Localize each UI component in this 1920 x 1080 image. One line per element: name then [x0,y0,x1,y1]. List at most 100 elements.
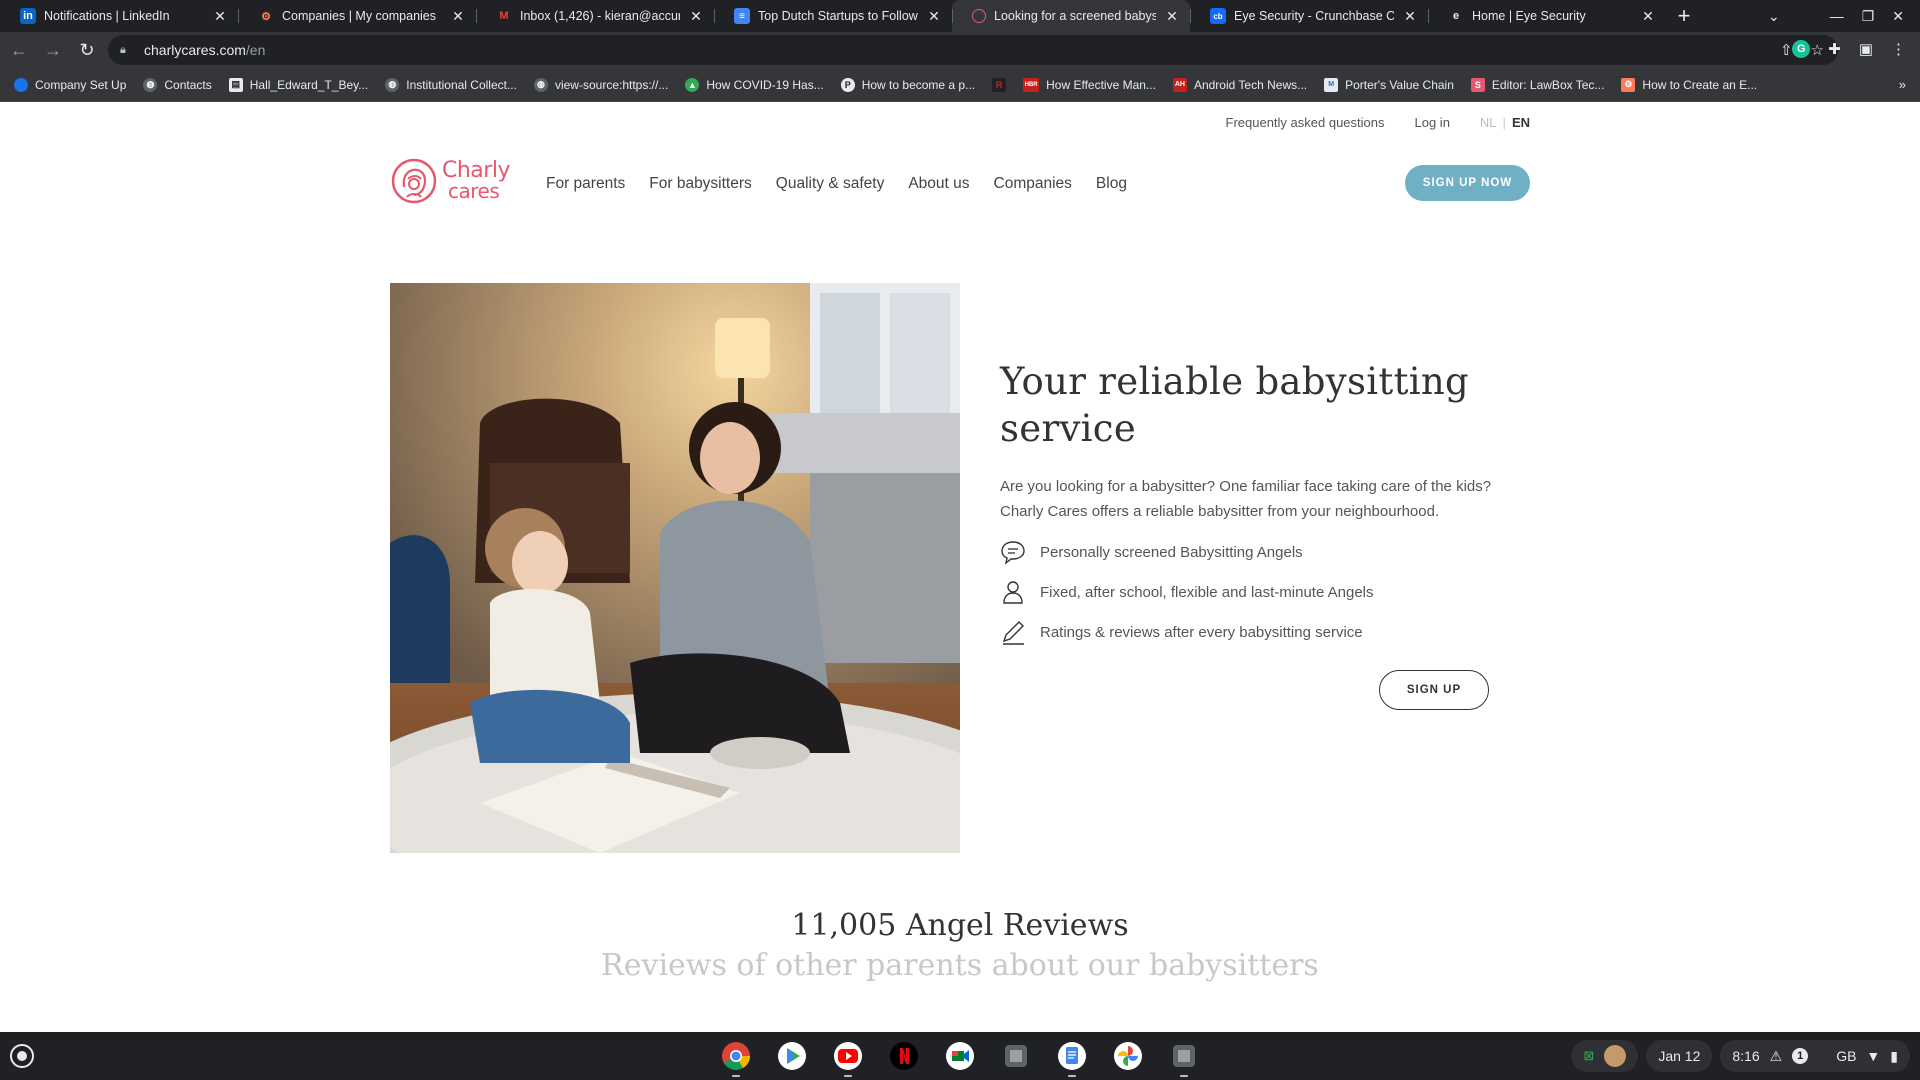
browser-tab-strip: in Notifications | LinkedIn ✕ ⚙ Companie… [0,0,1920,32]
close-icon[interactable]: ✕ [1640,8,1656,25]
tab-gmail[interactable]: M Inbox (1,426) - kieran@accurada ✕ [476,0,714,32]
medium-icon: ▲ [685,77,700,92]
system-status[interactable]: 8:16 ⚠ 1 GB ▼ ▮ [1720,1040,1910,1072]
status-tray: ⊠ Jan 12 8:16 ⚠ 1 GB ▼ ▮ [1571,1040,1910,1072]
running-indicator [1068,1075,1076,1077]
sign-up-button[interactable]: SIGN UP [1379,670,1489,710]
bookmark-item[interactable]: AH Android Tech News... [1172,77,1307,92]
tab-charlycares[interactable]: Looking for a screened babysitte ✕ [952,0,1190,32]
close-icon[interactable]: ✕ [688,8,704,25]
extensions-puzzle-icon[interactable]: ✚ [1828,40,1841,58]
launcher-icon[interactable] [10,1044,34,1068]
close-icon[interactable]: ✕ [926,8,942,25]
quora-icon: P [840,77,855,92]
minimize-icon[interactable]: — [1830,8,1844,24]
address-bar[interactable]: 🔒︎ charlycares.com/en ⇧ ☆ [108,35,1838,65]
language-switch: NL | EN [1480,115,1530,130]
charlycares-logo[interactable]: Charly cares [390,157,510,205]
bookmark-item[interactable]: HBR How Effective Man... [1023,77,1156,92]
tab-search-icon[interactable]: ⌄ [1768,8,1780,25]
nav-companies[interactable]: Companies [994,175,1072,193]
bookmark-item[interactable]: ◍ view-source:https://... [533,77,668,92]
menu-dots-icon[interactable]: ⋮ [1891,40,1906,58]
tab-eye-security[interactable]: e Home | Eye Security ✕ [1428,0,1666,32]
nav-quality-safety[interactable]: Quality & safety [776,175,885,193]
bookmarks-overflow-icon[interactable]: » [1899,77,1906,92]
sheets-icon: ⊠ [1583,1048,1595,1063]
bookmark-item[interactable]: ▲ How COVID-19 Has... [685,77,824,92]
lang-en-link[interactable]: EN [1512,115,1530,130]
bookmark-item[interactable]: M Porter's Value Chain [1324,77,1454,92]
bookmark-item[interactable]: ◍ Institutional Collect... [385,77,517,92]
time-text: 8:16 [1732,1048,1760,1064]
tab-hubspot[interactable]: ⚙ Companies | My companies ✕ [238,0,476,32]
feature-text: Fixed, after school, flexible and last-m… [1040,583,1374,601]
bookmark-item[interactable]: ⚙ How to Create an E... [1621,77,1757,92]
lock-icon[interactable]: 🔒︎ [120,44,134,57]
extensions-area: G ✚ ▣ ⋮ [1792,40,1906,58]
date-pill[interactable]: Jan 12 [1646,1040,1713,1072]
logo-wordmark: Charly cares [442,160,510,202]
close-icon[interactable]: ✕ [450,8,466,25]
bookmark-item[interactable]: R [992,77,1013,92]
web-page: Frequently asked questions Log in NL | E… [0,103,1920,1032]
side-panel-icon[interactable]: ▣ [1859,40,1873,58]
tab-crunchbase[interactable]: cb Eye Security - Crunchbase Comp ✕ [1190,0,1428,32]
faq-link[interactable]: Frequently asked questions [1226,115,1385,130]
back-icon[interactable]: ← [4,35,34,65]
app-shelf [720,1040,1200,1077]
restore-icon[interactable]: ❐ [1862,8,1875,25]
sign-up-now-button[interactable]: SIGN UP NOW [1405,165,1530,201]
nav-for-parents[interactable]: For parents [546,175,625,193]
new-tab-button[interactable]: + [1666,0,1702,32]
lang-nl-link[interactable]: NL [1480,115,1497,130]
app-icon[interactable] [1000,1040,1032,1072]
grammarly-icon[interactable]: G [1792,40,1811,58]
running-indicator [1180,1075,1188,1077]
youtube-icon[interactable] [832,1040,864,1077]
feature-item: Personally screened Babysitting Angels [1000,540,1520,565]
hero-description: Are you looking for a babysitter? One fa… [1000,478,1492,520]
forward-icon[interactable]: → [38,35,68,65]
nav-for-babysitters[interactable]: For babysitters [649,175,752,193]
share-icon[interactable]: ⇧ [1780,41,1793,59]
chrome-icon[interactable] [720,1040,752,1077]
tray-apps[interactable]: ⊠ [1571,1040,1639,1072]
nav-blog[interactable]: Blog [1096,175,1127,193]
bookmark-item[interactable]: ▤ Hall_Edward_T_Bey... [228,77,368,92]
crunchbase-icon: cb [1210,8,1226,24]
tab-title: Companies | My companies [282,9,437,23]
netflix-icon[interactable] [888,1040,920,1072]
close-icon[interactable]: ✕ [1402,8,1418,25]
close-window-icon[interactable]: ✕ [1892,8,1904,25]
person-icon [1003,581,1023,604]
photos-icon[interactable] [1112,1040,1144,1072]
bookmark-item[interactable]: P How to become a p... [840,77,975,92]
play-store-icon[interactable] [776,1040,808,1072]
tab-linkedin[interactable]: in Notifications | LinkedIn ✕ [0,0,238,32]
chat-bubble-icon [1001,541,1025,565]
feature-item: Ratings & reviews after every babysittin… [1000,620,1520,645]
hbr-icon: HBR [1023,77,1040,92]
close-icon[interactable]: ✕ [212,8,228,25]
google-docs-icon[interactable] [1056,1040,1088,1077]
bookmark-item[interactable]: Company Set Up [14,77,126,92]
editor-icon: S [1470,77,1485,92]
bookmark-item[interactable]: S Editor: LawBox Tec... [1470,77,1604,92]
os-taskbar: ⊠ Jan 12 8:16 ⚠ 1 GB ▼ ▮ [0,1032,1920,1080]
linkedin-icon: in [20,8,36,24]
close-icon[interactable]: ✕ [1164,8,1180,25]
reload-icon[interactable]: ↻ [72,35,102,65]
tab-google-docs[interactable]: ≡ Top Dutch Startups to Follow in ✕ [714,0,952,32]
bookmark-item[interactable]: ◍ Contacts [143,77,212,92]
reviews-subtitle: Reviews of other parents about our babys… [601,948,1319,983]
feature-text: Ratings & reviews after every babysittin… [1040,623,1363,641]
tab-title: Inbox (1,426) - kieran@accurada [520,9,680,23]
meet-icon[interactable] [944,1040,976,1072]
login-link[interactable]: Log in [1415,115,1450,130]
app-icon[interactable] [1168,1040,1200,1077]
bookmarks-bar: Company Set Up ◍ Contacts ▤ Hall_Edward_T_… [0,68,1920,102]
nav-about-us[interactable]: About us [908,175,969,193]
battery-icon: ▮ [1890,1047,1898,1064]
document-icon: ▤ [228,77,243,92]
